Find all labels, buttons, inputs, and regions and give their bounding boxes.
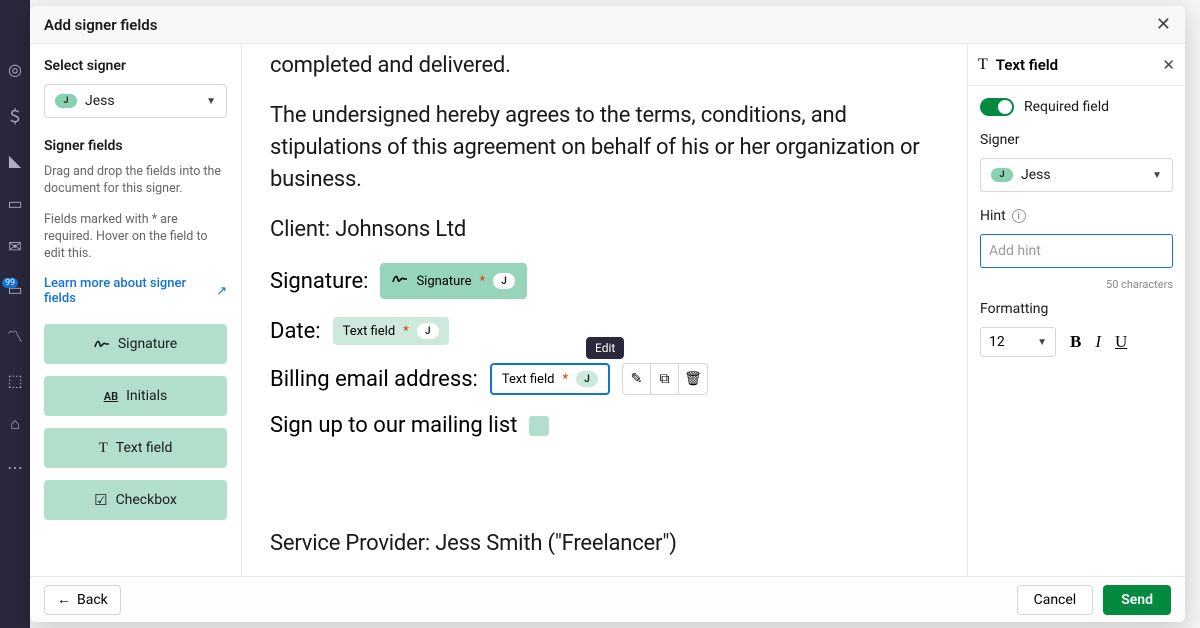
signature-row: Signature: Signature * J: [270, 263, 939, 299]
select-signer-label: Select signer: [44, 58, 227, 74]
required-star: *: [479, 274, 485, 289]
initials-icon: AB: [104, 390, 118, 403]
doc-para-2: The undersigned hereby agrees to the ter…: [270, 100, 939, 196]
hint-input[interactable]: [980, 234, 1173, 268]
italic-button[interactable]: I: [1095, 332, 1101, 352]
mailing-label: Sign up to our mailing list: [270, 413, 517, 438]
provider-line: Service Provider: Jess Smith ("Freelance…: [270, 528, 939, 560]
field-type-initials[interactable]: AB Initials: [44, 376, 227, 416]
required-label: Required field: [1024, 99, 1109, 115]
signer-select[interactable]: J Jess ▼: [44, 84, 227, 118]
nav-icon-chart[interactable]: 〽: [7, 323, 23, 347]
field-type-signature[interactable]: Signature: [44, 324, 227, 364]
copy-field-button[interactable]: ⧉: [651, 364, 679, 394]
properties-title: Text field: [996, 56, 1058, 74]
chevron-down-icon: ▼: [206, 96, 216, 107]
field-signer-pill: J: [576, 371, 598, 387]
arrow-left-icon: ←: [57, 591, 71, 608]
required-toggle[interactable]: [980, 98, 1014, 116]
properties-header: T Text field ✕: [968, 44, 1185, 86]
chevron-down-icon: ▼: [1037, 337, 1047, 348]
back-button[interactable]: ← Back: [44, 585, 121, 615]
signature-icon: [392, 273, 408, 289]
date-label: Date:: [270, 319, 321, 344]
left-panel: Select signer J Jess ▼ Signer fields Dra…: [30, 44, 242, 576]
required-toggle-row: Required field: [980, 98, 1173, 116]
field-properties-panel: T Text field ✕ Required field Signer J J…: [967, 44, 1185, 576]
signer-initial-pill: J: [55, 94, 77, 108]
signer-section-label: Signer: [980, 132, 1173, 148]
modal-header: Add signer fields ✕: [30, 6, 1185, 44]
doc-para-1: completed and delivered.: [270, 50, 939, 82]
signature-icon: [94, 338, 110, 350]
nav-icon-more[interactable]: ⋯: [7, 458, 23, 477]
nav-icon-mail[interactable]: ✉: [8, 237, 21, 256]
properties-signer-select[interactable]: J Jess ▼: [980, 158, 1173, 192]
close-properties-icon[interactable]: ✕: [1162, 56, 1175, 74]
delete-field-button[interactable]: 🗑: [679, 364, 707, 394]
nav-icon-megaphone[interactable]: ◣: [9, 151, 21, 170]
field-type-text[interactable]: T Text field: [44, 428, 227, 468]
document-canvas[interactable]: completed and delivered. The undersigned…: [242, 44, 967, 576]
signer-fields-heading: Signer fields: [44, 138, 227, 154]
signature-label: Signature:: [270, 269, 368, 294]
placed-text-field-date[interactable]: Text field * J: [333, 317, 449, 345]
nav-icon-money[interactable]: ＄: [7, 103, 23, 127]
external-link-icon: ↗: [216, 284, 227, 299]
modal-footer: ← Back Cancel Send: [30, 576, 1185, 622]
send-button[interactable]: Send: [1103, 585, 1171, 615]
placed-checkbox-field[interactable]: [529, 416, 549, 436]
info-icon[interactable]: i: [1012, 209, 1026, 223]
chevron-down-icon: ▼: [1152, 170, 1162, 181]
close-icon[interactable]: ✕: [1156, 14, 1171, 35]
email-label: Billing email address:: [270, 367, 478, 392]
underline-button[interactable]: U: [1115, 332, 1127, 352]
formatting-label: Formatting: [980, 301, 1173, 317]
nav-icon-store[interactable]: ⌂: [10, 414, 20, 434]
signer-initial-pill: J: [991, 168, 1013, 182]
placed-signature-field[interactable]: Signature * J: [380, 263, 527, 299]
bold-button[interactable]: B: [1070, 332, 1081, 352]
modal-body: Select signer J Jess ▼ Signer fields Dra…: [30, 44, 1185, 576]
hint-label: Hint: [980, 208, 1006, 224]
text-icon: T: [99, 440, 108, 457]
checkbox-icon: ☑: [94, 491, 107, 509]
cancel-button[interactable]: Cancel: [1017, 585, 1094, 615]
learn-more-link[interactable]: Learn more about signer fields ↗: [44, 276, 227, 306]
placed-text-field-email[interactable]: Text field * J: [490, 363, 610, 395]
text-icon: T: [978, 56, 988, 74]
field-signer-pill: J: [417, 323, 439, 339]
email-row: Edit Billing email address: Text field *…: [270, 363, 939, 395]
font-size-select[interactable]: 12 ▼: [980, 327, 1056, 357]
field-type-checkbox[interactable]: ☑ Checkbox: [44, 480, 227, 520]
client-line: Client: Johnsons Ltd: [270, 214, 939, 246]
nav-icon-calendar[interactable]: ▭: [7, 194, 22, 213]
fields-help-2: Fields marked with * are required. Hover…: [44, 212, 227, 263]
field-action-bar: ✎ ⧉ 🗑: [622, 363, 708, 395]
fields-help-1: Drag and drop the fields into the docume…: [44, 164, 227, 198]
field-signer-pill: J: [493, 273, 515, 289]
nav-icon-target[interactable]: ◎: [8, 60, 22, 79]
app-sidebar: ◎ ＄ ◣ ▭ 99 ✉ ▭ 〽 ⬚ ⌂ ⋯: [0, 0, 30, 628]
hint-char-count: 50 characters: [980, 278, 1173, 291]
mailing-row: Sign up to our mailing list: [270, 413, 939, 438]
nav-icon-box[interactable]: ⬚: [7, 371, 22, 390]
required-star: *: [403, 324, 409, 339]
edit-tooltip: Edit: [586, 337, 624, 359]
signer-modal: Add signer fields ✕ Select signer J Jess…: [30, 6, 1185, 622]
signer-name: Jess: [85, 93, 115, 109]
sidebar-badge: 99: [2, 278, 18, 288]
edit-field-button[interactable]: ✎: [623, 364, 651, 394]
required-star: *: [562, 372, 568, 387]
modal-title: Add signer fields: [44, 16, 157, 34]
